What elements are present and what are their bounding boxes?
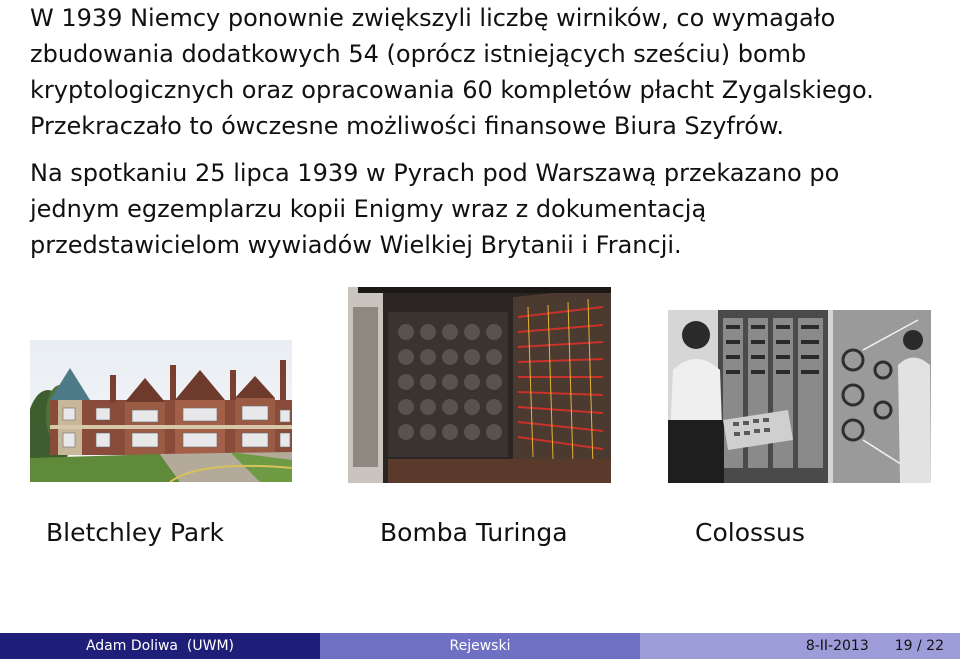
- paragraph-2: Na spotkaniu 25 lipca 1939 w Pyrach pod …: [30, 159, 840, 259]
- footer-date: 8-II-2013: [805, 638, 869, 654]
- colossus-photo: [668, 310, 931, 483]
- footer-author-text: Adam Doliwa (UWM): [85, 638, 235, 654]
- footer-title: Rejewski: [320, 633, 640, 659]
- footer-author: Adam Doliwa (UWM): [0, 633, 320, 659]
- caption-bomba-turinga: Bomba Turinga: [380, 518, 568, 547]
- paragraph-1: W 1939 Niemcy ponownie zwiększyli liczbę…: [30, 4, 874, 140]
- footer-page-number: 19 / 22: [894, 638, 944, 654]
- footer-date-page: 8-II-2013 19 / 22: [640, 633, 960, 659]
- footer-title-text: Rejewski: [449, 638, 511, 654]
- caption-colossus: Colossus: [695, 518, 805, 547]
- slide-footer: Adam Doliwa (UWM) Rejewski 8-II-2013 19 …: [0, 633, 960, 659]
- bletchley-park-photo: [30, 340, 292, 482]
- turing-bombe-photo: [348, 287, 611, 483]
- caption-bletchley-park: Bletchley Park: [46, 518, 224, 547]
